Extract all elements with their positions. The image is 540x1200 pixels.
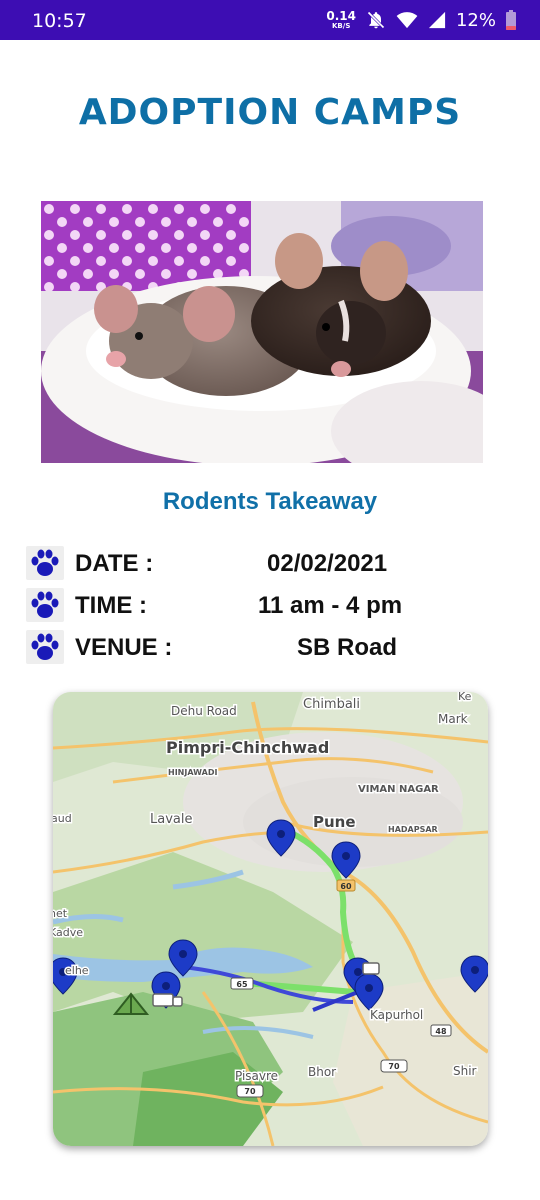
info-row-time: TIME : 11 am - 4 pm [0, 588, 540, 624]
time-value: 11 am - 4 pm [258, 592, 403, 619]
map-label: Bhor [308, 1065, 336, 1079]
status-time: 10:57 [32, 10, 87, 32]
page-title: ADOPTION CAMPS [78, 92, 462, 133]
event-photo [41, 201, 483, 463]
battery-percent: 12% [455, 9, 496, 31]
date-label: DATE : [75, 550, 154, 577]
paw-icon [26, 588, 64, 622]
status-bar: 10:57 0.14 KB/S 12% [0, 0, 540, 40]
road-shield-label: 48 [435, 1027, 447, 1036]
network-speed: 0.14 KB/S [326, 10, 356, 30]
road-shield-label: 70 [388, 1062, 400, 1071]
road-shield-65: 65 [230, 977, 254, 990]
paw-icon [26, 630, 64, 664]
road-shield-48: 48 [430, 1024, 452, 1037]
map-label: Pune [313, 813, 356, 831]
status-icons: 0.14 KB/S 12% [326, 6, 516, 34]
map-label: Shir [453, 1064, 477, 1078]
network-speed-unit: KB/S [332, 22, 351, 30]
time-label: TIME : [75, 592, 147, 619]
map-canvas: 60 65 48 70 70 Chimbali Dehu Road Mark K… [53, 692, 488, 1146]
venue-value: SB Road [297, 634, 398, 661]
map-label: HADAPSAR [388, 825, 438, 834]
network-speed-value: 0.14 [326, 9, 356, 23]
info-row-date: DATE : 02/02/2021 [0, 546, 540, 582]
venue-map[interactable]: 60 65 48 70 70 Chimbali Dehu Road Mark K… [53, 692, 488, 1146]
road-shield-label: 60 [340, 882, 352, 891]
road-shield-label: 70 [244, 1087, 256, 1096]
road-shield-60: 60 [336, 879, 356, 892]
info-row-venue: VENUE : SB Road [0, 630, 540, 666]
venue-label: VENUE : [75, 634, 173, 661]
map-label: HINJAWADI [168, 768, 217, 777]
wifi-icon [396, 12, 418, 29]
map-label: elhe [65, 964, 89, 977]
map-label: Pimpri-Chinchwad [166, 738, 329, 757]
road-shield-70: 70 [236, 1084, 264, 1098]
map-label: aud [53, 812, 72, 825]
road-shield-70: 70 [380, 1059, 408, 1073]
map-label: Lavale [150, 812, 192, 827]
truck-icon [362, 962, 380, 975]
battery-icon [506, 10, 516, 30]
paw-icon [26, 546, 64, 580]
map-label: het [53, 907, 68, 920]
map-label: Dehu Road [171, 704, 237, 718]
event-name: Rodents Takeaway [162, 488, 378, 515]
notifications-off-icon [367, 11, 385, 29]
map-label: Mark [438, 712, 468, 726]
map-label: Ke [458, 692, 472, 703]
map-label: Kadve [53, 926, 83, 939]
cell-signal-icon [428, 11, 446, 29]
map-label: Chimbali [303, 697, 360, 712]
date-value: 02/02/2021 [267, 550, 388, 577]
map-label: VIMAN NAGAR [358, 784, 439, 795]
map-label: Kapurhol [370, 1008, 423, 1022]
map-label: Pisavre [235, 1069, 278, 1083]
road-shield-label: 65 [236, 980, 248, 989]
